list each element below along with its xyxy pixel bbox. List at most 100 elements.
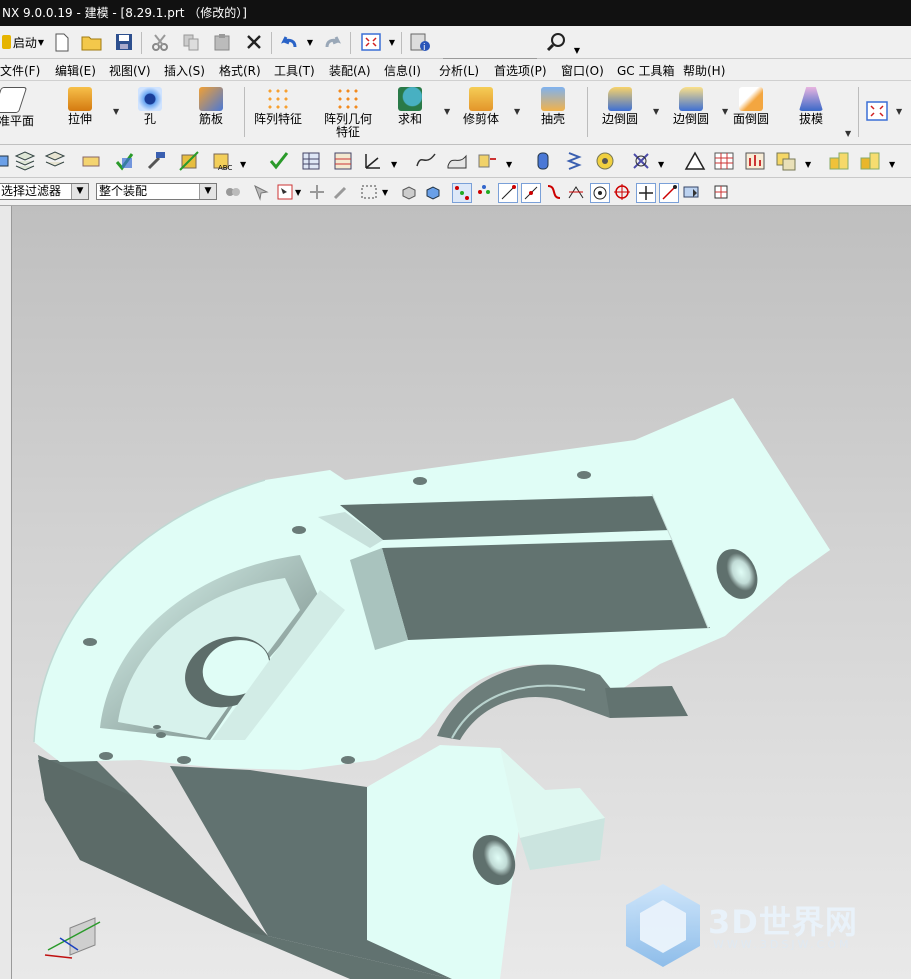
extrude-button[interactable]: 拉伸 [50,83,110,141]
info-button[interactable]: i [409,31,433,53]
fit-view-button-2[interactable] [866,101,890,123]
chevron-down-icon[interactable]: ▼ [444,107,450,116]
chevron-down-icon[interactable]: ▼ [514,107,520,116]
assembly-blocks-2-icon[interactable] [859,150,881,172]
menu-insert[interactable]: 插入(S) [164,62,205,79]
rectangle-select-icon[interactable] [360,183,378,201]
measure-icon[interactable] [178,150,200,172]
snap-point-on-curve-icon[interactable] [636,183,656,203]
snap-bounded-icon[interactable] [682,183,700,201]
snap-arrow-icon[interactable] [252,183,270,201]
redo-button[interactable] [322,31,344,53]
snap-intersection-icon[interactable] [567,183,585,201]
menu-analysis[interactable]: 分析(L) [439,62,479,79]
chart-edit-icon[interactable] [744,150,766,172]
layer-settings-icon[interactable] [44,150,66,172]
body-select-icon[interactable] [424,183,442,201]
search-button[interactable] [543,31,569,53]
edge-blend-button[interactable]: 边倒圆 [590,83,650,141]
unite-button[interactable]: 求和 [380,83,440,141]
spreadsheet-icon[interactable] [713,150,735,172]
graphics-viewport[interactable] [12,206,911,979]
sticky-notes-icon[interactable] [775,150,797,172]
check-geometry-icon[interactable] [114,150,136,172]
undo-button[interactable] [278,31,300,53]
snap-endpoints-icon[interactable] [452,183,472,203]
selection-filter-dropdown[interactable]: 选择过滤器 ▼ [0,183,89,200]
face-blend-button[interactable]: 面倒圆 [721,83,781,141]
menu-file[interactable]: 文件(F) [0,62,40,79]
check-mark-icon[interactable] [268,150,290,172]
start-button[interactable]: 启动 ▼ [0,31,46,53]
chevron-down-icon[interactable]: ▼ [240,160,246,169]
tag-icon[interactable] [80,150,102,172]
chevron-down-icon[interactable]: ▼ [658,160,664,169]
chevron-down-icon[interactable]: ▼ [295,188,301,197]
gear-icon[interactable] [594,150,616,172]
datum-plane-button[interactable]: 准平面 [0,83,40,141]
rib-button[interactable]: 筋板 [181,83,241,141]
menu-tools[interactable]: 工具(T) [274,62,315,79]
view-dropdown[interactable]: ▼ [386,31,398,53]
qat-customize-dropdown[interactable]: ▼ [572,39,582,61]
text-annotation-icon[interactable]: ABC [212,150,234,172]
trim-body-button[interactable]: 修剪体 [451,83,511,141]
spring-icon[interactable] [563,150,585,172]
menu-view[interactable]: 视图(V) [109,62,151,79]
hammer-icon[interactable] [145,150,167,172]
snap-point-on-surface-icon[interactable] [659,183,679,203]
grid-snap-icon[interactable] [712,183,730,201]
spring-assembly-icon[interactable] [630,150,652,172]
select-box-icon[interactable] [276,183,294,201]
chevron-down-icon[interactable]: ▼ [391,160,397,169]
cut-button[interactable] [149,31,171,53]
open-file-button[interactable] [80,31,104,53]
menu-format[interactable]: 格式(R) [219,62,261,79]
tool-icon[interactable] [332,183,350,201]
triangle-icon[interactable] [684,150,706,172]
cylinder-icon[interactable] [532,150,554,172]
part-model[interactable] [12,206,911,979]
assembly-blocks-icon[interactable] [828,150,850,172]
section-icon[interactable] [476,150,498,172]
snap-midpoint-icon[interactable] [521,183,541,203]
selection-scope-dropdown[interactable]: 整个装配 ▼ [96,183,217,200]
resource-bar[interactable] [0,206,12,979]
snap-center-icon[interactable] [590,183,610,203]
snap-quadrant-icon[interactable] [613,183,631,201]
delete-button[interactable] [243,31,265,53]
fit-view-button[interactable] [359,31,383,53]
curve-icon[interactable] [415,150,437,172]
chevron-down-icon[interactable]: ▼ [896,107,902,116]
snap-line-icon[interactable] [498,183,518,203]
pattern-feature-button[interactable]: 阵列特征 [248,83,308,141]
chevron-down-icon[interactable]: ▼ [653,107,659,116]
wcs-icon[interactable] [362,150,384,172]
edge-blend-2-button[interactable]: 边倒圆 [661,83,721,141]
hole-button[interactable]: 孔 [120,83,180,141]
solid-select-icon[interactable] [400,183,418,201]
layer-stack-icon[interactable] [14,150,36,172]
pattern-geometry-button[interactable]: 阵列几何特征 [318,83,378,141]
draft-button[interactable]: 拔模 [781,83,841,141]
snap-control-icon[interactable] [545,183,563,201]
menu-gc-toolbox[interactable]: GC 工具箱 [617,62,675,79]
surface-icon[interactable] [446,150,468,172]
move-arrow-icon[interactable] [308,183,326,201]
chevron-down-icon[interactable]: ▼ [506,160,512,169]
menu-information[interactable]: 信息(I) [384,62,421,79]
layer-icon[interactable] [0,150,14,172]
menu-help[interactable]: 帮助(H) [683,62,725,79]
chevron-down-icon[interactable]: ▼ [382,188,388,197]
menu-assembly[interactable]: 装配(A) [329,62,371,79]
chevron-down-icon[interactable]: ▼ [805,160,811,169]
chevron-down-icon[interactable]: ▼ [845,129,851,138]
table-edit-icon[interactable] [332,150,354,172]
shell-button[interactable]: 抽壳 [523,83,583,141]
copy-button[interactable] [180,31,202,53]
paste-button[interactable] [211,31,233,53]
snap-points-icon[interactable] [475,183,493,201]
save-button[interactable] [113,31,135,53]
menu-edit[interactable]: 编辑(E) [55,62,96,79]
grid-list-icon[interactable] [300,150,322,172]
